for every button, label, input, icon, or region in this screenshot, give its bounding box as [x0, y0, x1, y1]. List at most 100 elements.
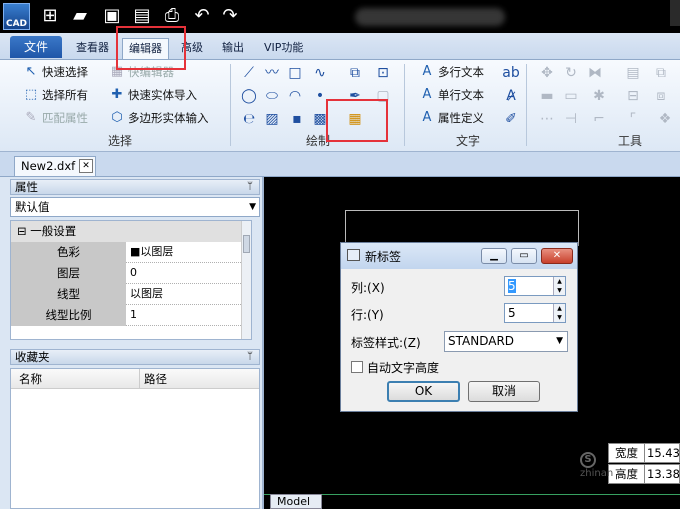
circle-icon[interactable]: ◯	[240, 87, 258, 105]
properties-combo[interactable]: 默认值 ▼	[10, 197, 260, 217]
rectangle-icon[interactable]: □	[286, 64, 304, 82]
checkbox-box[interactable]	[351, 361, 363, 373]
window-controls[interactable]	[670, 0, 680, 26]
ribbon-separator	[526, 64, 527, 146]
rows-stepper[interactable]: 5 ▲ ▼	[504, 303, 566, 323]
close-icon[interactable]: ✕	[79, 159, 93, 173]
watermark-logo-icon: S	[580, 452, 596, 468]
redo-icon[interactable]: ↷	[218, 5, 242, 27]
property-row[interactable]: 线型 以图层	[11, 284, 243, 305]
table-style-select[interactable]: STANDARD ▼	[444, 331, 568, 352]
tab-file[interactable]: 文件	[10, 36, 62, 58]
maximize-button[interactable]: ▭	[511, 248, 537, 264]
undo-icon[interactable]: ↶	[190, 5, 214, 27]
hatch-icon[interactable]: ▨	[263, 110, 281, 128]
polyline-icon[interactable]: 〰	[263, 64, 281, 82]
quick-entity-import-button[interactable]: ✚ 快速实体导入	[108, 85, 197, 105]
brush-icon: ✎	[25, 110, 37, 125]
insert-block-icon[interactable]: ⧉	[346, 64, 364, 82]
column-name[interactable]: 名称	[19, 369, 42, 389]
text-edit-icon[interactable]: A̷	[502, 87, 520, 105]
fillet-icon[interactable]: ⌜	[624, 110, 642, 128]
stepper-arrows-icon[interactable]: ▲ ▼	[553, 304, 565, 322]
group-icon[interactable]: ⧈	[652, 87, 670, 105]
spline-icon[interactable]: ∿	[311, 64, 329, 82]
stepper-arrows-icon[interactable]: ▲ ▼	[553, 277, 565, 295]
ok-button[interactable]: OK	[387, 381, 460, 402]
attribute-definition-button[interactable]: A 属性定义	[418, 108, 484, 128]
tab-viewer[interactable]: 查看器	[70, 38, 115, 59]
pin-icon[interactable]: ᛘ	[247, 350, 253, 364]
copy-icon[interactable]: ⧉	[652, 64, 670, 82]
attach-icon[interactable]: ⊡	[374, 64, 392, 82]
properties-scrollbar[interactable]	[241, 221, 251, 339]
scale-icon[interactable]: ▬	[538, 87, 556, 105]
quick-select-button[interactable]: ↖ 快速选择	[22, 62, 88, 82]
close-button[interactable]: ✕	[541, 248, 573, 264]
move-icon[interactable]: ✥	[538, 64, 556, 82]
tab-editor[interactable]: 编辑器	[122, 38, 169, 59]
pen-icon[interactable]: ✒	[346, 87, 364, 105]
explode-icon[interactable]: ✱	[590, 87, 608, 105]
collapse-icon[interactable]: ⊟	[17, 224, 27, 238]
properties-section[interactable]: ⊟ 一般设置	[11, 221, 243, 242]
dialog-title-bar[interactable]: 新标签 ▁ ▭ ✕	[341, 243, 577, 269]
text-check-icon[interactable]: ✐	[502, 110, 520, 128]
chevron-down-icon: ▼	[556, 336, 563, 346]
rows-label: 行:(Y)	[351, 308, 384, 322]
extend-icon[interactable]: ⌐	[590, 110, 608, 128]
layers-icon[interactable]: ▤	[624, 64, 642, 82]
tab-advanced[interactable]: 高级	[175, 38, 209, 59]
property-row[interactable]: 图层 0	[11, 263, 243, 284]
mirror-icon[interactable]: ⧓	[586, 64, 604, 82]
columns-stepper[interactable]: 5 ▲ ▼	[504, 276, 566, 296]
width-readout: 宽度 15.432	[608, 443, 680, 463]
match-properties-button[interactable]: ✎ 匹配属性	[22, 108, 88, 128]
save-as-pdf-icon[interactable]: ▤	[130, 5, 154, 27]
rotate-icon[interactable]: ↻	[562, 64, 580, 82]
column-path[interactable]: 路径	[139, 369, 167, 389]
auto-text-height-checkbox[interactable]: 自动文字高度	[351, 359, 439, 376]
attribute-icon: A	[422, 110, 432, 125]
single-line-text-button[interactable]: A 单行文本	[418, 85, 484, 105]
favorites-header-row: 名称 路径	[11, 369, 259, 389]
tab-vip[interactable]: VIP功能	[258, 38, 309, 59]
arc-icon[interactable]: ◠	[286, 87, 304, 105]
new-icon[interactable]: ⊞	[38, 5, 62, 27]
pin-icon[interactable]: ᛘ	[247, 180, 253, 194]
watermark: Szhinan	[580, 452, 614, 479]
open-folder-icon[interactable]: ▰	[68, 5, 92, 27]
panel-splitter[interactable]	[262, 177, 264, 509]
stretch-icon[interactable]: ▭	[562, 87, 580, 105]
select-all-button[interactable]: ⬚ 选择所有	[22, 85, 88, 105]
print-icon[interactable]: ⎙	[160, 5, 184, 27]
dialog-icon	[347, 249, 360, 261]
block-editor-button[interactable]: ▦ 快编辑器	[108, 62, 174, 82]
tab-output[interactable]: 输出	[216, 38, 250, 59]
image-icon[interactable]: ▢	[374, 87, 392, 105]
save-icon[interactable]: ▣	[100, 5, 124, 27]
measure-icon[interactable]: ❖	[656, 110, 674, 128]
document-tab[interactable]: New2.dxf ✕	[14, 156, 96, 176]
multiline-text-button[interactable]: A 多行文本	[418, 62, 484, 82]
property-row[interactable]: 线型比例 1	[11, 305, 243, 326]
polygon-entity-input-button[interactable]: ⬡ 多边形实体输入	[108, 108, 208, 128]
model-tab[interactable]: Model	[270, 494, 322, 509]
table-style-label: 标签样式:(Z)	[351, 336, 421, 350]
break-icon[interactable]: ⋯	[538, 110, 556, 128]
line-icon[interactable]: ⟋	[240, 64, 258, 82]
revision-cloud-icon[interactable]: ℮	[240, 110, 258, 128]
table-icon[interactable]: ▦	[346, 110, 364, 128]
scrollbar-thumb[interactable]	[243, 235, 250, 253]
wipeout-icon[interactable]: ▩	[311, 110, 329, 128]
trim-icon[interactable]: ⊣	[562, 110, 580, 128]
array-icon[interactable]: ⊟	[624, 87, 642, 105]
ellipse-icon[interactable]: ⬭	[263, 87, 281, 105]
minimize-button[interactable]: ▁	[481, 248, 507, 264]
property-row[interactable]: 色彩 ■以图层	[11, 242, 243, 263]
dot-icon[interactable]: ▪	[288, 110, 306, 128]
text-style-icon[interactable]: ab	[502, 64, 520, 82]
point-icon[interactable]: •	[311, 87, 329, 105]
cancel-button[interactable]: 取消	[468, 381, 540, 402]
ribbon-tab-bar: 文件 查看器 编辑器 高级 输出 VIP功能	[0, 33, 680, 60]
